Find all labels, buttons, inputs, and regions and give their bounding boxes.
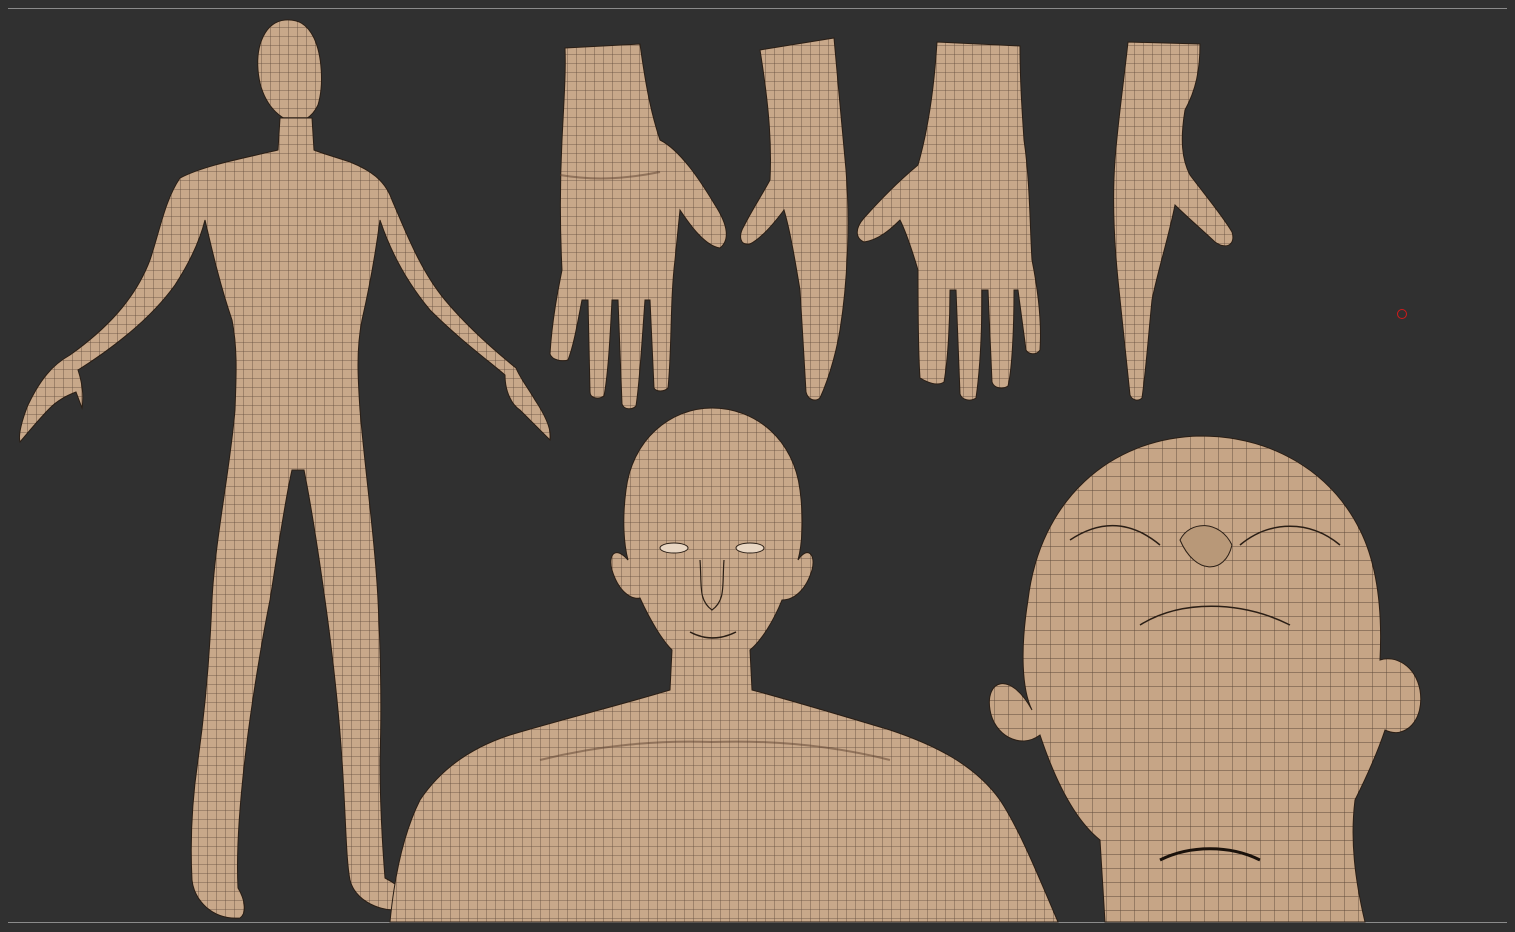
hand-back-model xyxy=(549,43,727,410)
3d-viewport[interactable] xyxy=(0,0,1515,932)
hand-side-model xyxy=(740,37,849,401)
cursor-circle-icon xyxy=(1397,309,1407,319)
hand-palm-model xyxy=(856,41,1042,401)
head-below-model xyxy=(988,435,1422,923)
wireframe-renders xyxy=(19,19,1422,923)
hand-side-thumb-model xyxy=(1113,41,1234,401)
